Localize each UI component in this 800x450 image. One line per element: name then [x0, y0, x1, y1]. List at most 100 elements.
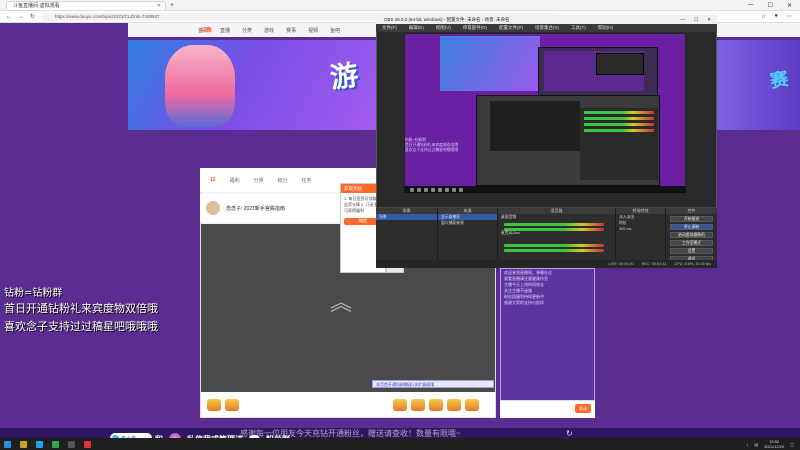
obs-docks: 场景 场景 来源 显示器捕获 窗口捕获来源 混音器 桌面音频 麦克风/Aux 转… — [376, 207, 717, 268]
obs-titlebar: OBS 26.0.2 (64-bit, windows) - 配置文件: 未命名… — [376, 15, 717, 24]
stop-recording-button[interactable]: 停止录制 — [670, 224, 713, 230]
room-header-category[interactable]: 分类 — [254, 177, 264, 184]
nav-item-video[interactable]: 视频 — [308, 27, 318, 34]
room-header-points[interactable]: 积分 — [278, 177, 288, 184]
room-title: 念念子: 2021新手宫殿指南 — [226, 205, 285, 212]
start-icon[interactable] — [4, 440, 11, 448]
new-tab-icon[interactable]: + — [170, 2, 174, 9]
close-tab-icon[interactable]: ✕ — [157, 3, 161, 9]
preview-line: 喜欢念子支持过过稿星吧哦哦哦 — [405, 148, 459, 152]
maximize-button[interactable]: ☐ — [768, 2, 773, 9]
chat-messages: 欢迎来到直播间，弹幕礼仪 观看直播请注意健康作息 主播今天上线时间较长 关注主播… — [504, 270, 592, 306]
network-icon[interactable]: ▤ — [754, 442, 758, 447]
sources-dock: 来源 显示器捕获 窗口捕获来源 — [438, 208, 498, 268]
nav-item-category[interactable]: 分类 — [242, 27, 252, 34]
mic-meter — [504, 244, 604, 247]
scene-item[interactable]: 场景 — [376, 214, 437, 220]
gift-item[interactable] — [465, 398, 479, 411]
studio-mode-button[interactable]: 工作室模式 — [670, 240, 713, 246]
nav-item-live[interactable]: 直播 — [220, 27, 230, 34]
room-header-welfare[interactable]: 福利 — [230, 177, 240, 184]
forward-icon[interactable]: → — [18, 14, 24, 20]
browser-tab[interactable]: 斗鱼直播间·虚拟观看 ✕ — [6, 0, 166, 10]
obs-menu-scene-collection[interactable]: 场景集合(S) — [535, 25, 559, 31]
gift-item[interactable] — [393, 398, 407, 411]
refresh-icon[interactable]: ↻ — [566, 429, 573, 438]
recursive-preview-inner — [596, 53, 644, 75]
clock[interactable]: 19:52 2021/12/20 — [764, 439, 784, 449]
mic-meter — [504, 249, 604, 252]
menu-icon[interactable]: ⋯ — [786, 13, 792, 20]
live-time: LIVE: 00:00:00 — [608, 262, 634, 266]
meter-bar — [584, 123, 654, 126]
notification-icon[interactable]: ▢ — [790, 442, 794, 447]
nav-item-forum[interactable]: 鱼吧 — [330, 27, 340, 34]
rec-time: REC: 00:04:31 — [641, 262, 667, 266]
minimize-button[interactable]: — — [748, 2, 754, 9]
start-streaming-button[interactable]: 开始推流 — [670, 216, 713, 222]
room-level: 12 — [210, 177, 216, 183]
streamer-avatar[interactable] — [206, 201, 220, 215]
star-icon[interactable]: ☆ — [761, 13, 766, 20]
close-window-button[interactable]: ✕ — [787, 2, 792, 9]
volume-icon[interactable]: ♪ — [746, 442, 748, 447]
nav-item-events[interactable]: 赛事 — [286, 27, 296, 34]
site-logo[interactable]: 斗鱼 — [200, 25, 212, 34]
loading-icon: ︽ — [330, 290, 353, 315]
preview-taskbar — [404, 186, 686, 193]
obs-menu-docks[interactable]: 停靠部件(D) — [463, 25, 487, 31]
system-tray: ♪ ▤ 19:52 2021/12/20 ▢ — [746, 439, 794, 449]
preview-overlay-text: 钻粉=钻粉群 首日开通钻粉礼来宾度物双倍哦 喜欢念子支持过过稿星吧哦哦哦 — [405, 138, 477, 153]
gift-item[interactable] — [207, 398, 221, 411]
gift-item[interactable] — [411, 398, 425, 411]
chat-send-button[interactable]: 发送 — [575, 404, 591, 413]
recursive-mixer — [580, 108, 658, 180]
browser-titlebar: 斗鱼直播间·虚拟观看 ✕ + — ☐ ✕ — [0, 0, 800, 11]
taskbar: ♪ ▤ 19:52 2021/12/20 ▢ — [0, 438, 800, 450]
obs-menu-edit[interactable]: 编辑(E) — [409, 25, 424, 31]
banner-title: 游 — [328, 58, 361, 95]
duration-input[interactable]: 300 ms — [616, 226, 665, 232]
window-controls: — ☐ ✕ — [748, 2, 792, 9]
obs-menubar: 文件(F) 编辑(E) 视图(V) 停靠部件(D) 配置文件(P) 场景集合(S… — [376, 24, 717, 32]
preview-banner — [440, 36, 540, 91]
virtual-camera-button[interactable]: 启动虚拟摄像机 — [670, 232, 713, 238]
obs-maximize-button[interactable]: ☐ — [694, 17, 698, 23]
overlay-line-3: 喜欢念子支持过过稿星吧哦哦哦 — [4, 320, 158, 333]
explorer-icon[interactable] — [20, 440, 27, 448]
desktop-audio-meter — [504, 228, 604, 231]
obs-menu-view[interactable]: 视图(V) — [436, 25, 451, 31]
chrome-icon[interactable] — [52, 440, 59, 448]
obs-taskbar-icon[interactable] — [68, 440, 75, 448]
edge-icon[interactable] — [36, 440, 43, 448]
desktop-audio-meter — [504, 223, 604, 226]
settings-button[interactable]: 设置 — [670, 248, 713, 254]
obs-menu-help[interactable]: 帮助(H) — [598, 25, 613, 31]
app-taskbar-icon[interactable] — [84, 440, 91, 448]
overlay-line-2: 首日开通钻粉礼来宾度物双倍哦 — [4, 302, 158, 315]
transitions-dock: 转场特效 淡入淡出 时长 300 ms — [616, 208, 666, 268]
obs-close-button[interactable]: ✕ — [707, 17, 711, 23]
meter-bar — [584, 117, 654, 120]
cpu-fps: CPU: 8.6%, 30.00 fps — [674, 262, 711, 266]
overlay-line-1: 钻粉=钻粉群 — [4, 288, 63, 299]
gift-item[interactable] — [225, 398, 239, 411]
obs-menu-tools[interactable]: 工具(T) — [571, 25, 586, 31]
mixer-label-desktop: 桌面音频 — [501, 215, 517, 219]
notice-bar[interactable]: 本月首开通钻粉赠送1次扩展权限 — [372, 380, 494, 388]
profile-icon[interactable]: ● — [774, 13, 778, 20]
gift-item[interactable] — [429, 398, 443, 411]
banner-character-image — [165, 45, 235, 127]
meter-bar — [584, 111, 654, 114]
reload-icon[interactable]: ↻ — [30, 13, 35, 20]
gift-item[interactable] — [447, 398, 461, 411]
obs-menu-profile[interactable]: 配置文件(P) — [499, 25, 523, 31]
obs-statusbar: LIVE: 00:00:00 REC: 00:04:31 CPU: 8.6%, … — [376, 260, 717, 268]
source-item[interactable]: 窗口捕获来源 — [438, 220, 497, 226]
obs-menu-file[interactable]: 文件(F) — [382, 25, 397, 31]
back-icon[interactable]: ← — [6, 14, 12, 20]
room-header-tasks[interactable]: 任务 — [302, 177, 312, 184]
obs-minimize-button[interactable]: — — [681, 17, 686, 23]
nav-item-games[interactable]: 游戏 — [264, 27, 274, 34]
obs-title: OBS 26.0.2 (64-bit, windows) - 配置文件: 未命名… — [384, 16, 510, 22]
